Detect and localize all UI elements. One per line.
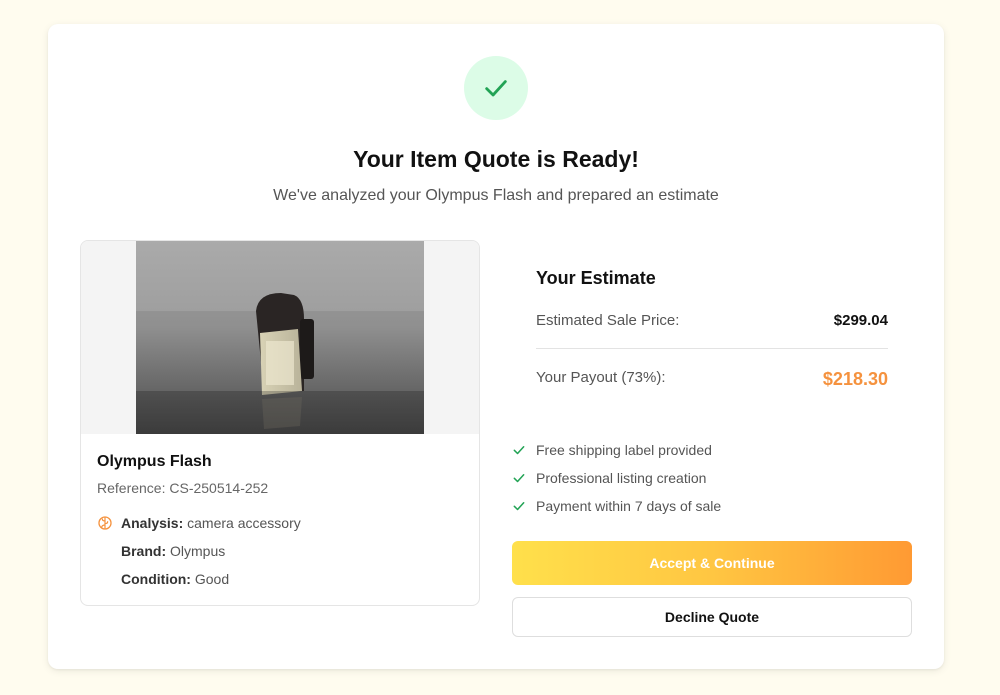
item-card: Olympus Flash Reference: CS-250514-252 A… [80,240,480,606]
benefit-label: Professional listing creation [536,470,707,486]
check-icon [513,502,525,511]
decline-quote-button[interactable]: Decline Quote [512,597,912,637]
payout-value: $218.30 [822,369,888,389]
benefit-item: Professional listing creation [512,470,706,486]
sale-price-label: Estimated Sale Price: [536,312,680,329]
check-icon [513,446,525,455]
benefit-item: Free shipping label provided [512,442,712,458]
benefit-label: Free shipping label provided [536,442,712,458]
item-brand: Brand: Olympus [121,543,225,559]
item-condition: Condition: Good [121,571,229,587]
check-icon [485,80,507,97]
check-icon [513,474,525,483]
item-reference: Reference: CS-250514-252 [97,480,269,496]
condition-value: Good [194,571,230,587]
benefit-label: Payment within 7 days of sale [536,498,722,514]
brand-label: Brand: [121,543,167,559]
page-subtitle: We've analyzed your Olympus Flash and pr… [273,187,719,204]
condition-label: Condition: [121,571,191,587]
success-badge [464,56,528,120]
quote-card: Your Item Quote is Ready! We've analyzed… [48,24,944,669]
item-photo [136,241,424,434]
payout-label: Your Payout (73%): [536,369,666,386]
brand-value: Olympus [170,543,226,559]
accept-continue-button[interactable]: Accept & Continue [512,541,912,585]
item-analysis: Analysis: camera accessory [121,515,301,531]
page-title: Your Item Quote is Ready! [353,146,639,172]
benefit-item: Payment within 7 days of sale [512,498,721,514]
flash-photo-graphic [136,241,424,434]
sale-price-value: $299.04 [833,312,888,329]
estimate-divider [536,348,888,349]
estimate-title: Your Estimate [536,268,656,288]
brain-icon [98,516,112,530]
analysis-value: camera accessory [187,515,301,531]
item-photo-area [81,241,479,434]
item-name: Olympus Flash [97,453,212,470]
analysis-label: Analysis: [121,515,184,531]
